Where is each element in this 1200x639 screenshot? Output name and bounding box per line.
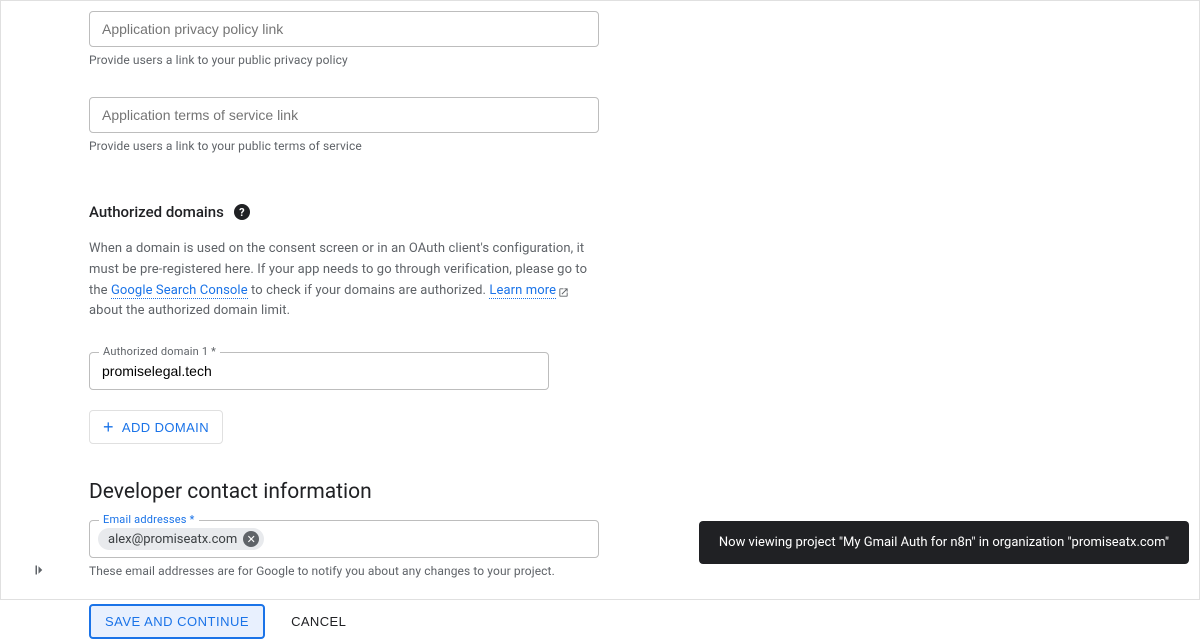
desc-mid: to check if your domains are authorized. [248, 283, 490, 298]
add-domain-label: ADD DOMAIN [122, 420, 209, 435]
desc-post: about the authorized domain limit. [89, 303, 290, 318]
email-addresses-field: Email addresses * alex@promiseatx.com ✕ … [89, 520, 599, 578]
authorized-domain-field: Authorized domain 1 * [89, 352, 549, 390]
developer-contact-title: Developer contact information [89, 480, 789, 504]
save-and-continue-button[interactable]: SAVE AND CONTINUE [89, 604, 265, 639]
authorized-domains-title-text: Authorized domains [89, 203, 224, 221]
learn-more-link[interactable]: Learn more [489, 283, 556, 299]
email-addresses-label: Email addresses * [99, 513, 199, 526]
chevron-right-icon [31, 564, 49, 583]
google-search-console-link[interactable]: Google Search Console [111, 283, 248, 299]
add-domain-button[interactable]: + ADD DOMAIN [89, 410, 223, 444]
button-row: SAVE AND CONTINUE CANCEL [89, 604, 789, 639]
email-chip: alex@promiseatx.com ✕ [98, 528, 264, 550]
form-content: Provide users a link to your public priv… [89, 1, 789, 639]
email-addresses-helper: These email addresses are for Google to … [89, 564, 599, 578]
external-link-icon [558, 285, 569, 296]
chip-remove-icon[interactable]: ✕ [243, 531, 259, 547]
sidebar-expand-toggle[interactable] [31, 561, 49, 579]
privacy-policy-field-wrap: Provide users a link to your public priv… [89, 11, 789, 67]
privacy-policy-helper: Provide users a link to your public priv… [89, 53, 789, 67]
plus-icon: + [103, 418, 114, 436]
project-toast: Now viewing project "My Gmail Auth for n… [699, 521, 1189, 564]
authorized-domains-description: When a domain is used on the consent scr… [89, 239, 599, 322]
tos-input[interactable] [89, 97, 599, 133]
authorized-domains-title: Authorized domains ? [89, 203, 789, 221]
authorized-domain-label: Authorized domain 1 * [99, 345, 220, 358]
cancel-button[interactable]: CANCEL [291, 614, 346, 629]
help-icon[interactable]: ? [234, 204, 250, 220]
privacy-policy-input[interactable] [89, 11, 599, 47]
email-chip-text: alex@promiseatx.com [108, 532, 237, 547]
tos-helper: Provide users a link to your public term… [89, 139, 789, 153]
tos-field-wrap: Provide users a link to your public term… [89, 97, 789, 153]
